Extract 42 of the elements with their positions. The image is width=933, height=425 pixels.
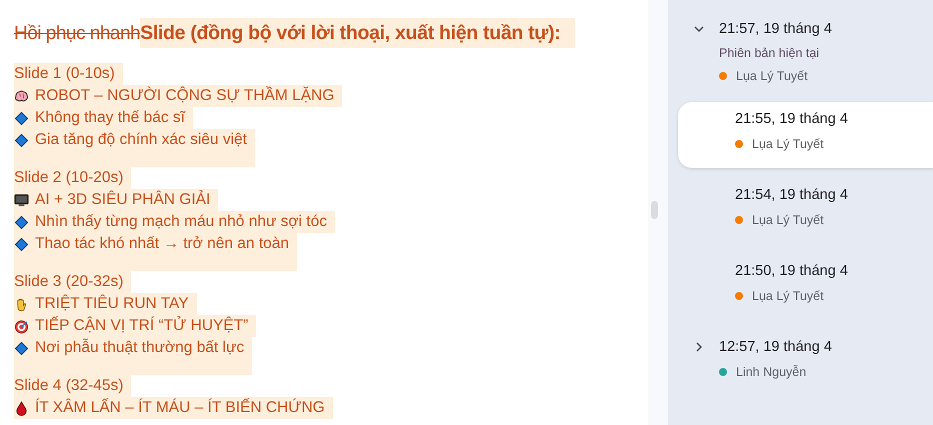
author-name: Linh Nguyễn: [736, 365, 806, 379]
slide-point: Nhìn thấy từng mạch máu nhỏ như sợi tóc: [35, 212, 327, 232]
version-item[interactable]: 21:55, 19 tháng 4 Lụa Lý Tuyết: [678, 102, 933, 168]
slide-point: TIẾP CẬN VỊ TRÍ “TỬ HUYỆT”: [35, 315, 248, 336]
author-name: Lụa Lý Tuyết: [752, 213, 824, 227]
version-time: 12:57, 19 tháng 4: [719, 339, 832, 355]
version-label: Phiên bản hiện tại: [718, 45, 820, 62]
brain-icon: [14, 88, 29, 104]
slide-heading: Slide 3 (20-32s): [14, 271, 132, 293]
diamond-icon: [14, 110, 29, 126]
author-name: Lụa Lý Tuyết: [752, 289, 824, 303]
diamond-icon: [14, 132, 29, 148]
diamond-icon: [14, 214, 29, 230]
version-item[interactable]: 12:57, 19 tháng 4 Linh Nguyễn: [678, 330, 933, 396]
monitor-icon: [14, 192, 29, 208]
version-time: 21:50, 19 tháng 4: [735, 263, 848, 279]
slide-point: ROBOT – NGƯỜI CỘNG SỰ THẦM LẶNG: [35, 85, 334, 106]
slide-heading: Slide 2 (10-20s): [14, 167, 132, 189]
slide-heading: Slide 4 (32-45s): [14, 375, 132, 397]
slide-point: Nơi phẫu thuật thường bất lực: [35, 338, 244, 358]
slide-point: AI + 3D SIÊU PHÂN GIẢI: [35, 189, 210, 210]
slide-point: Thao tác khó nhất → trở nên an toàn: [35, 234, 290, 254]
version-time: 21:57, 19 tháng 4: [719, 21, 832, 37]
target-icon: [14, 318, 29, 334]
author-name: Lụa Lý Tuyết: [752, 137, 824, 151]
version-item[interactable]: 21:50, 19 tháng 4 Lụa Lý Tuyết: [678, 254, 933, 320]
slide-point: TRIỆT TIÊU RUN TAY: [35, 294, 189, 314]
deleted-text: Hồi phục nhanh: [14, 23, 140, 44]
slide-point: ÍT XÂM LẤN – ÍT MÁU – ÍT BIẾN CHỨNG: [35, 397, 325, 418]
diamond-icon: [14, 340, 29, 356]
author-name: Lụa Lý Tuyết: [736, 69, 808, 83]
slide-point: Không thay thế bác sĩ: [35, 108, 185, 128]
version-item[interactable]: 21:57, 19 tháng 4 Phiên bản hiện tại Lụa Lý Tuyết: [678, 12, 933, 90]
version-time: 21:55, 19 tháng 4: [735, 111, 848, 127]
slide-point: Gia tăng độ chính xác siêu việt: [35, 130, 247, 150]
diamond-icon: [14, 236, 29, 252]
scrollbar-thumb[interactable]: [651, 201, 658, 219]
slide-heading: Slide 1 (0-10s): [14, 63, 123, 85]
document-heading: Slide (đồng bộ với lời thoại, xuất hiện tuần tự):: [140, 18, 574, 48]
version-item[interactable]: 21:54, 19 tháng 4 Lụa Lý Tuyết: [678, 178, 933, 244]
blood-drop-icon: [14, 400, 29, 416]
version-time: 21:54, 19 tháng 4: [735, 187, 848, 203]
